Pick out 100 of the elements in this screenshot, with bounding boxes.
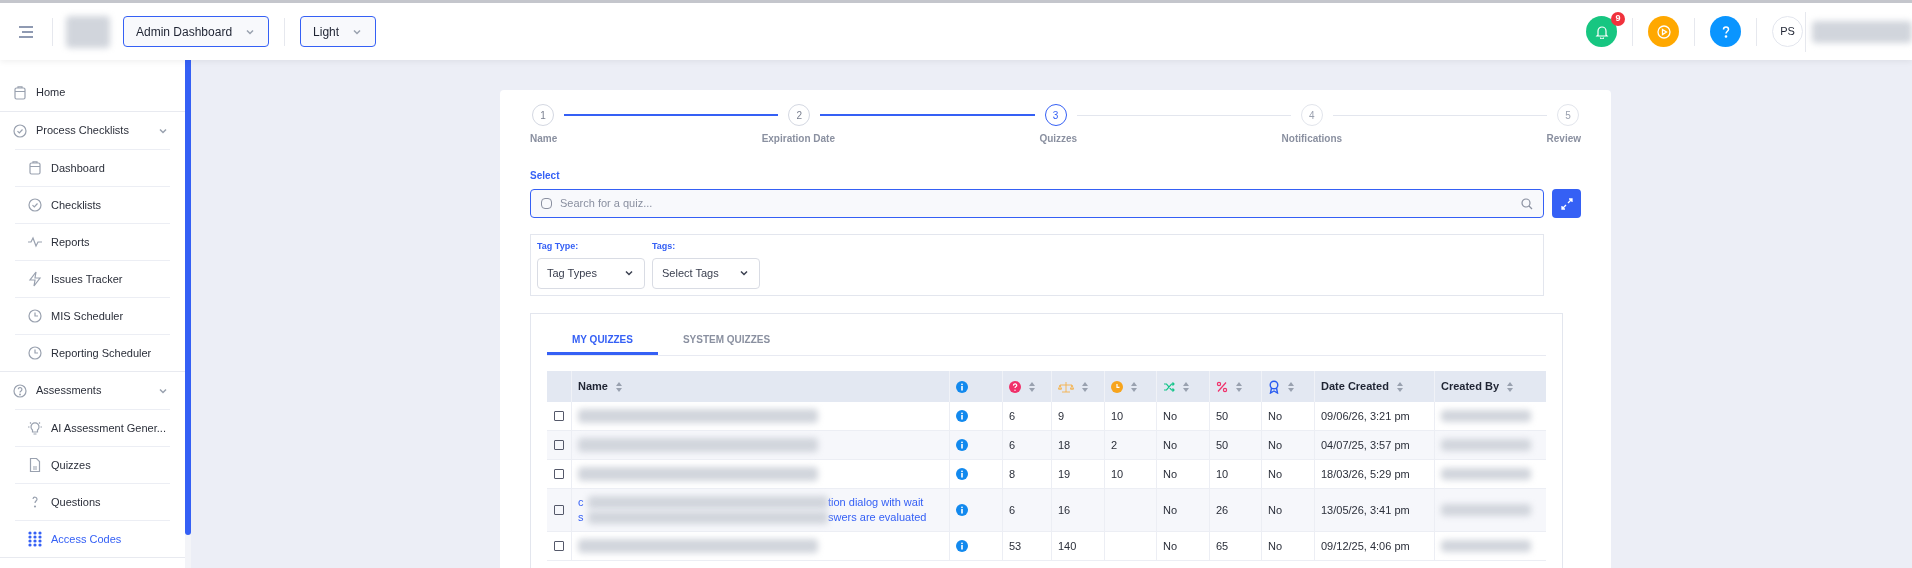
table-cell-text: No [1268, 466, 1283, 482]
tab[interactable]: MY QUIZZES [547, 327, 658, 355]
table-cell-text: No [1268, 538, 1283, 554]
table-cell-text: 13/05/26, 3:41 pm [1321, 502, 1410, 518]
table-cell-text: No [1163, 466, 1178, 482]
notification-badge: 9 [1611, 12, 1625, 26]
clock-icon [27, 308, 43, 324]
sidebar-item[interactable]: Reports [15, 223, 170, 260]
table-cell-text: No [1268, 437, 1283, 453]
scrollbar-thumb[interactable] [185, 60, 191, 535]
info-icon [956, 540, 968, 552]
quiz-name-fragment[interactable]: c [578, 495, 588, 510]
sidebar-item[interactable]: MIS Scheduler [15, 297, 170, 334]
lightning-icon [27, 271, 43, 287]
row-checkbox[interactable] [554, 411, 564, 421]
table-cell-text: 50 [1216, 437, 1229, 453]
expand-icon [1560, 197, 1573, 210]
table-cell-text: 53 [1009, 538, 1022, 554]
sidebar-item[interactable]: Quizzes [15, 446, 170, 483]
award-ribbon-icon [1268, 379, 1280, 394]
filter-select[interactable]: Select Tags [652, 257, 760, 289]
grid-icon [27, 531, 43, 547]
table-cell-text: No [1268, 502, 1283, 518]
sort-icon[interactable] [1287, 380, 1295, 393]
document-icon [27, 457, 43, 473]
filter-label: Tags: [652, 240, 677, 253]
box-icon [27, 160, 43, 176]
table-cell-text: 16 [1058, 502, 1071, 518]
table-cell-text: 10 [1216, 466, 1229, 482]
sort-icon[interactable] [1182, 380, 1190, 393]
table-cell-text: 09/06/26, 3:21 pm [1321, 408, 1410, 424]
sidebar-item[interactable]: Home [0, 74, 185, 111]
help-circle-icon [12, 382, 28, 399]
table-cell-text: No [1163, 538, 1178, 554]
clock-icon [27, 345, 43, 361]
play-circle-icon [1656, 24, 1671, 39]
row-checkbox[interactable] [554, 541, 564, 551]
lightbulb-icon [27, 420, 43, 436]
filter-label: Tag Type: [537, 240, 580, 253]
sidebar-item[interactable]: Dashboard [15, 149, 170, 186]
sidebar-item[interactable]: Questions [15, 483, 170, 520]
step-label: Notifications [1281, 132, 1343, 146]
table-cell-text: 09/12/25, 4:06 pm [1321, 538, 1410, 554]
info-icon [956, 504, 968, 516]
info-icon [956, 439, 968, 451]
percent-icon [1216, 380, 1228, 393]
filter-select[interactable]: Tag Types [537, 257, 645, 289]
row-checkbox[interactable] [554, 505, 564, 515]
sidebar-item[interactable]: Reporting Scheduler [15, 334, 170, 371]
table-cell-text: 18 [1058, 437, 1071, 453]
table-cell-text: No [1163, 408, 1178, 424]
checkbox[interactable] [541, 198, 552, 209]
check-circle-icon [27, 197, 43, 213]
box-icon [12, 84, 28, 101]
sidebar-item[interactable]: Access Codes [15, 520, 170, 557]
quiz-name-fragment[interactable]: s [578, 510, 588, 525]
step-label: Expiration Date [761, 132, 835, 146]
play-button[interactable] [1648, 16, 1679, 47]
sort-icon[interactable] [1395, 380, 1404, 393]
sort-icon[interactable] [1235, 380, 1243, 393]
row-checkbox[interactable] [554, 440, 564, 450]
bell-icon [1594, 24, 1609, 39]
select-label: Select [530, 169, 561, 183]
search-input[interactable]: Search for a quiz... [560, 195, 1513, 212]
sort-icon[interactable] [1130, 380, 1138, 393]
sidebar-item[interactable]: Process Checklists [0, 112, 185, 149]
dashboard-select[interactable]: Admin Dashboard [123, 16, 270, 47]
sidebar-item[interactable]: Checklists [15, 186, 170, 223]
table-cell-text: 10 [1111, 466, 1124, 482]
table-cell-text: 65 [1216, 538, 1229, 554]
table-cell-text: 6 [1009, 502, 1016, 518]
table-cell-text: 10 [1111, 408, 1124, 424]
blurred-logo [66, 15, 110, 48]
help-button[interactable] [1710, 16, 1741, 47]
quiz-name-fragment[interactable]: swers are evaluated [828, 510, 927, 525]
table-cell-text: 26 [1216, 502, 1229, 518]
sort-icon[interactable] [1081, 380, 1089, 393]
table-cell-text: 50 [1216, 408, 1229, 424]
row-checkbox[interactable] [554, 469, 564, 479]
table-cell-text: 2 [1111, 437, 1118, 453]
sidebar-item[interactable]: Issues Tracker [15, 260, 170, 297]
sidebar-item[interactable]: Assessments [0, 372, 185, 409]
scale-icon [1058, 380, 1074, 393]
search-icon [1521, 197, 1533, 210]
sidebar-item[interactable]: AI Assessment Gener... [15, 409, 170, 446]
theme-select[interactable]: Light [300, 16, 377, 47]
info-icon [956, 468, 968, 480]
quiz-name-fragment[interactable]: tion dialog with wait [828, 495, 924, 510]
clock-icon [1111, 380, 1123, 393]
table-cell-text: No [1163, 437, 1178, 453]
search-field[interactable]: Search for a quiz... [530, 189, 1544, 218]
sort-icon[interactable] [1506, 380, 1515, 393]
expand-button[interactable] [1552, 189, 1581, 218]
check-circle-icon [12, 122, 28, 139]
table-cell-text: No [1163, 502, 1178, 518]
notifications-button[interactable] [1586, 16, 1617, 47]
menu-icon[interactable] [18, 25, 34, 38]
sort-icon[interactable] [1028, 380, 1036, 393]
sort-icon[interactable] [614, 380, 623, 393]
step-label: Quizzes [1039, 132, 1078, 146]
